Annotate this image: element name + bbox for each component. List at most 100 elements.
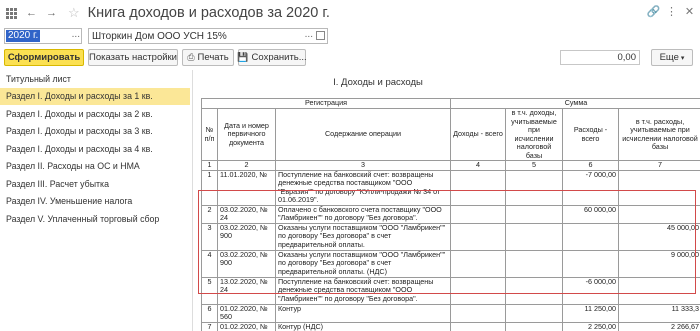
- header-sum: Сумма: [449, 98, 700, 109]
- cell-expense-tax: 2 266,67: [617, 321, 700, 331]
- cell-date: 03.02.2020, № 24: [217, 204, 276, 224]
- organization-value: Шторкин Дом ООО УСН 15%: [92, 30, 227, 42]
- cell-expense-tax: [617, 204, 700, 224]
- print-button[interactable]: ⎙ Печать: [182, 49, 234, 66]
- floppy-disk-icon: 💾: [237, 52, 249, 62]
- cell-expense-tax: 11 333,3: [617, 303, 700, 323]
- period-value: 2020 г.: [6, 30, 41, 42]
- header-expense-total: Расходы - всего: [562, 108, 619, 161]
- cell-expense-total: -7 000,00: [562, 169, 619, 206]
- back-arrow-icon[interactable]: ←: [23, 5, 40, 22]
- sidebar-item-section-1-q2[interactable]: Раздел I. Доходы и расходы за 2 кв.: [0, 105, 190, 123]
- close-icon[interactable]: ✕: [683, 5, 696, 18]
- cell-date: 03.02.2020, № 900: [217, 249, 276, 278]
- report-area: I. Доходы и расходы Регистрация Сумма № …: [192, 70, 700, 331]
- cell-income-tax: [505, 169, 563, 206]
- header-expense-tax: в т.ч. расходы, учитываемые при исчислен…: [617, 108, 700, 161]
- cell-income-total: [450, 169, 506, 206]
- cell-income-tax: [505, 222, 563, 251]
- cell-income-total: [450, 303, 506, 323]
- window-title: Книга доходов и расходов за 2020 г.: [87, 5, 330, 21]
- cell-income-total: [450, 222, 506, 251]
- table-row[interactable]: 1 11.01.2020, № Поступление на банковски…: [201, 169, 700, 206]
- organization-field[interactable]: Шторкин Дом ООО УСН 15% ...: [88, 28, 328, 44]
- cell-content: Контур (НДС): [275, 321, 451, 331]
- sections-sidebar: Титульный лист Раздел I. Доходы и расход…: [0, 70, 190, 331]
- cell-income-tax: [505, 276, 563, 305]
- cell-expense-tax: 9 000,00: [617, 249, 700, 278]
- income-expense-table: Регистрация Сумма № п/п Дата и номер пер…: [201, 98, 700, 331]
- report-window: ← → ☆ Книга доходов и расходов за 2020 г…: [0, 0, 700, 331]
- cell-expense-total: -6 000,00: [562, 276, 619, 305]
- more-button[interactable]: Еще ▾: [651, 49, 693, 66]
- col-number: 4: [450, 160, 506, 171]
- cell-num: 5: [201, 276, 218, 305]
- dropdown-arrow-icon: ▾: [680, 54, 685, 62]
- cell-expense-total: 11 250,00: [562, 303, 619, 323]
- cell-num: 7: [201, 321, 218, 331]
- header-content: Содержание операции: [275, 108, 451, 161]
- cell-income-tax: [505, 204, 563, 224]
- cell-income-total: [450, 321, 506, 331]
- printer-icon: ⎙: [187, 52, 195, 62]
- sidebar-item-section-1-q4[interactable]: Раздел I. Доходы и расходы за 4 кв.: [0, 140, 190, 158]
- cell-date: 01.02.2020, № 560: [217, 303, 276, 323]
- report-title: I. Доходы и расходы: [333, 77, 423, 88]
- table-row[interactable]: 7 01.02.2020, № 560 Контур (НДС) 2 250,0…: [201, 321, 700, 331]
- window-controls: 🔗 ⋮ ✕: [647, 5, 696, 18]
- col-number: 2: [217, 160, 276, 171]
- header-num: № п/п: [201, 108, 218, 161]
- star-icon[interactable]: ☆: [68, 5, 80, 21]
- table-row[interactable]: 4 03.02.2020, № 900 Оказаны услуги поста…: [201, 249, 700, 278]
- period-select-button[interactable]: ...: [72, 29, 80, 40]
- cell-income-total: [450, 276, 506, 305]
- cell-expense-total: 2 250,00: [562, 321, 619, 331]
- open-icon[interactable]: [316, 31, 325, 40]
- save-button[interactable]: 💾 Сохранить...: [237, 49, 307, 66]
- sidebar-item-section-1-q3[interactable]: Раздел I. Доходы и расходы за 3 кв.: [0, 123, 190, 141]
- cell-content: Оказаны услуги поставщиком "ООО "Ламбрик…: [275, 222, 451, 251]
- header-income-tax: в т.ч. доходы, учитываемые при исчислени…: [505, 108, 563, 161]
- grid-icon[interactable]: [3, 5, 20, 22]
- cell-date: 01.02.2020, № 560: [217, 321, 276, 331]
- cell-income-total: [450, 249, 506, 278]
- sidebar-item-section-2[interactable]: Раздел II. Расходы на ОС и НМА: [0, 158, 190, 176]
- cell-expense-tax: 45 000,00: [617, 222, 700, 251]
- sidebar-item-section-1-q1[interactable]: Раздел I. Доходы и расходы за 1 кв.: [0, 87, 190, 105]
- cell-num: 6: [201, 303, 218, 323]
- period-field[interactable]: 2020 г. ...: [4, 28, 82, 44]
- toolbar: Сформировать Показать настройки ⎙ Печать…: [0, 48, 700, 68]
- kebab-menu-icon[interactable]: ⋮: [665, 5, 678, 18]
- generate-button-label: Сформировать: [7, 52, 81, 63]
- sidebar-item-section-3[interactable]: Раздел III. Расчет убытка: [0, 175, 190, 193]
- cell-num: 4: [201, 249, 218, 278]
- cell-date: 03.02.2020, № 900: [217, 222, 276, 251]
- cell-num: 3: [201, 222, 218, 251]
- sidebar-item-section-5[interactable]: Раздел V. Уплаченный торговый сбор: [0, 210, 190, 228]
- cell-expense-total: [562, 222, 619, 251]
- cell-num: 2: [201, 204, 218, 224]
- show-settings-button[interactable]: Показать настройки: [88, 49, 178, 66]
- col-number: 3: [275, 160, 451, 171]
- generate-button[interactable]: Сформировать: [4, 49, 84, 66]
- sidebar-item-title-page[interactable]: Титульный лист: [0, 70, 190, 88]
- table-row[interactable]: 3 03.02.2020, № 900 Оказаны услуги поста…: [201, 222, 700, 251]
- header-registration: Регистрация: [201, 98, 451, 109]
- sidebar-item-section-4[interactable]: Раздел IV. Уменьшение налога: [0, 193, 190, 211]
- link-icon[interactable]: 🔗: [647, 5, 661, 18]
- show-settings-label: Показать настройки: [89, 52, 177, 63]
- cell-income-tax: [505, 303, 563, 323]
- cell-income-tax: [505, 321, 563, 331]
- cell-income-tax: [505, 249, 563, 278]
- organization-select-button[interactable]: ...: [305, 29, 313, 40]
- table-row[interactable]: 5 13.02.2020, № 24 Поступление на банков…: [201, 276, 700, 305]
- forward-arrow-icon[interactable]: →: [43, 5, 60, 22]
- cell-expense-total: [562, 249, 619, 278]
- table-row[interactable]: 2 03.02.2020, № 24 Оплачено с банковског…: [201, 204, 700, 224]
- more-button-label: Еще: [659, 52, 679, 63]
- cell-content: Оплачено с банковского счета поставщику …: [275, 204, 451, 224]
- title-bar: ← → ☆ Книга доходов и расходов за 2020 г…: [0, 0, 700, 26]
- cell-expense-total: 60 000,00: [562, 204, 619, 224]
- cell-expense-tax: [617, 276, 700, 305]
- table-row[interactable]: 6 01.02.2020, № 560 Контур 11 250,00 11 …: [201, 303, 700, 323]
